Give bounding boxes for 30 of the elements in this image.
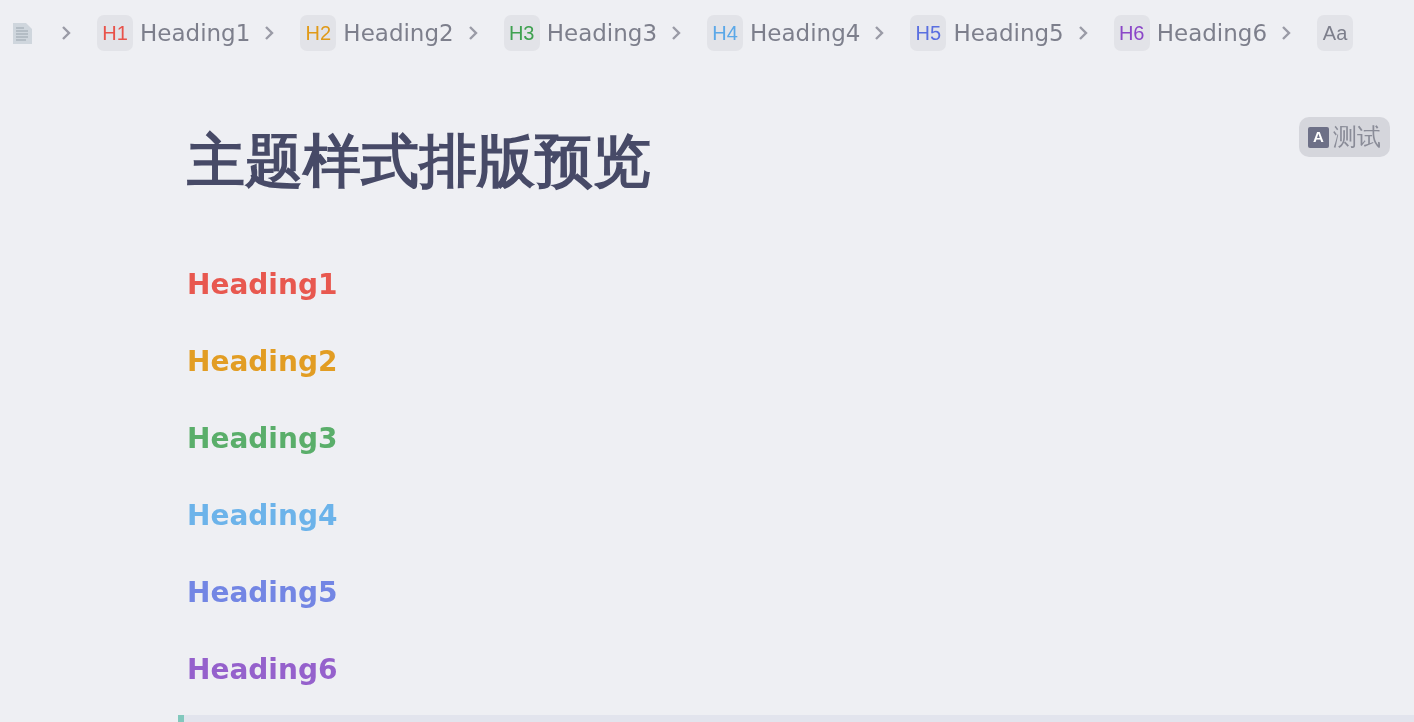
chevron-right-icon [874, 25, 885, 41]
chevron-right-icon [1281, 25, 1292, 41]
heading-level-badge: H6 [1113, 15, 1150, 51]
tag-text: 测试 [1333, 122, 1381, 152]
heading-text: Heading1 [187, 267, 339, 303]
chevron-right-icon [467, 25, 478, 41]
heading-text: Heading3 [187, 421, 339, 457]
document-title: 主题样式排版预览 [187, 127, 651, 195]
breadcrumb-item[interactable]: H3 Heading3 [503, 15, 658, 51]
chevron-right-icon [264, 25, 275, 41]
breadcrumb-item[interactable]: H1 Heading1 [97, 15, 251, 51]
heading-text: Heading6 [187, 652, 339, 688]
heading-text: Heading5 [187, 575, 339, 611]
heading-level-badge: H5 [910, 15, 947, 51]
heading-text: Heading2 [187, 344, 339, 380]
breadcrumb-item[interactable]: H2 Heading2 [300, 15, 454, 51]
chevron-right-icon [1077, 25, 1088, 41]
document-icon [12, 21, 33, 45]
breadcrumb-item[interactable]: H4 Heading4 [707, 15, 861, 51]
chevron-right-icon [671, 25, 682, 41]
format-button[interactable]: Aa [1317, 15, 1354, 51]
breadcrumb-item[interactable]: H6 Heading6 [1113, 15, 1268, 51]
chevron-right-icon [61, 25, 71, 41]
heading-level-badge: H2 [300, 15, 337, 51]
letter-badge: A [1308, 126, 1329, 148]
heading-level-badge: H4 [707, 15, 744, 51]
heading-text: Heading4 [187, 498, 339, 534]
heading-level-badge: H1 [97, 15, 133, 51]
heading-level-badge: H3 [503, 15, 540, 51]
breadcrumb-item[interactable]: H5 Heading5 [910, 15, 1064, 51]
